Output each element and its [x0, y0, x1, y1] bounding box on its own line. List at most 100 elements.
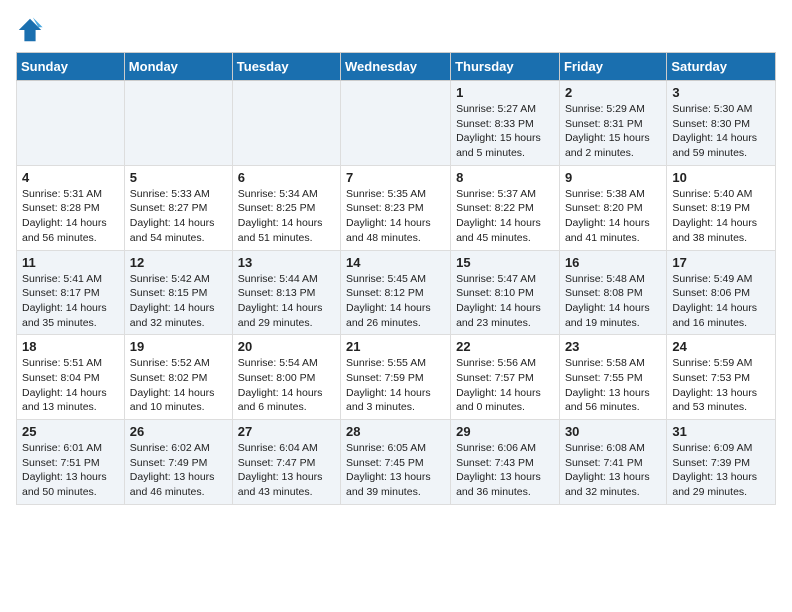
calendar-cell: 7 Sunrise: 5:35 AMSunset: 8:23 PMDaylight…	[341, 165, 451, 250]
day-number: 29	[456, 424, 554, 439]
calendar-week-row: 25 Sunrise: 6:01 AMSunset: 7:51 PMDayligh…	[17, 420, 776, 505]
calendar-cell: 28Sunrise: 6:05 AMSunset: 7:45 PMDayligh…	[341, 420, 451, 505]
day-info: Sunrise: 6:01 AMSunset: 7:51 PMDaylight:…	[22, 441, 119, 500]
day-info: Sunrise: 5:38 AMSunset: 8:20 PMDaylight:…	[565, 187, 661, 246]
day-number: 2	[565, 85, 661, 100]
day-info: Sunrise: 5:37 AMSunset: 8:22 PMDaylight:…	[456, 187, 554, 246]
day-info: Sunrise: 5:56 AMSunset: 7:57 PMDaylight:…	[456, 356, 554, 415]
day-info: Sunrise: 5:52 AMSunset: 8:02 PMDaylight:…	[130, 356, 227, 415]
day-info: Sunrise: 5:33 AMSunset: 8:27 PMDaylight:…	[130, 187, 227, 246]
day-number: 30	[565, 424, 661, 439]
calendar-cell: 17 Sunrise: 5:49 AMSunset: 8:06 PMDayligh…	[667, 250, 776, 335]
calendar-week-row: 4 Sunrise: 5:31 AMSunset: 8:28 PMDaylight…	[17, 165, 776, 250]
calendar-cell: 9 Sunrise: 5:38 AMSunset: 8:20 PMDaylight…	[559, 165, 666, 250]
day-number: 19	[130, 339, 227, 354]
calendar-week-row: 1 Sunrise: 5:27 AMSunset: 8:33 PMDaylight…	[17, 81, 776, 166]
day-number: 4	[22, 170, 119, 185]
calendar-cell: 10 Sunrise: 5:40 AMSunset: 8:19 PMDayligh…	[667, 165, 776, 250]
day-info: Sunrise: 5:34 AMSunset: 8:25 PMDaylight:…	[238, 187, 335, 246]
col-header-friday: Friday	[559, 53, 666, 81]
col-header-sunday: Sunday	[17, 53, 125, 81]
calendar-cell: 30 Sunrise: 6:08 AMSunset: 7:41 PMDayligh…	[559, 420, 666, 505]
day-info: Sunrise: 5:44 AMSunset: 8:13 PMDaylight:…	[238, 272, 335, 331]
calendar-cell: 6 Sunrise: 5:34 AMSunset: 8:25 PMDaylight…	[232, 165, 340, 250]
day-number: 8	[456, 170, 554, 185]
col-header-monday: Monday	[124, 53, 232, 81]
day-number: 25	[22, 424, 119, 439]
calendar-cell: 19 Sunrise: 5:52 AMSunset: 8:02 PMDayligh…	[124, 335, 232, 420]
col-header-wednesday: Wednesday	[341, 53, 451, 81]
calendar-cell: 12 Sunrise: 5:42 AMSunset: 8:15 PMDayligh…	[124, 250, 232, 335]
day-info: Sunrise: 5:49 AMSunset: 8:06 PMDaylight:…	[672, 272, 770, 331]
day-number: 20	[238, 339, 335, 354]
calendar-cell: 20 Sunrise: 5:54 AMSunset: 8:00 PMDayligh…	[232, 335, 340, 420]
day-info: Sunrise: 5:58 AMSunset: 7:55 PMDaylight:…	[565, 356, 661, 415]
col-header-saturday: Saturday	[667, 53, 776, 81]
calendar-week-row: 18 Sunrise: 5:51 AMSunset: 8:04 PMDayligh…	[17, 335, 776, 420]
col-header-tuesday: Tuesday	[232, 53, 340, 81]
day-info: Sunrise: 5:48 AMSunset: 8:08 PMDaylight:…	[565, 272, 661, 331]
calendar-cell: 8 Sunrise: 5:37 AMSunset: 8:22 PMDaylight…	[451, 165, 560, 250]
calendar-cell: 2 Sunrise: 5:29 AMSunset: 8:31 PMDaylight…	[559, 81, 666, 166]
day-number: 31	[672, 424, 770, 439]
calendar-cell: 18 Sunrise: 5:51 AMSunset: 8:04 PMDayligh…	[17, 335, 125, 420]
calendar-cell: 14Sunrise: 5:45 AMSunset: 8:12 PMDayligh…	[341, 250, 451, 335]
page-header	[16, 16, 776, 44]
day-info: Sunrise: 5:27 AMSunset: 8:33 PMDaylight:…	[456, 102, 554, 161]
day-number: 23	[565, 339, 661, 354]
calendar-cell	[341, 81, 451, 166]
day-info: Sunrise: 5:54 AMSunset: 8:00 PMDaylight:…	[238, 356, 335, 415]
day-number: 28	[346, 424, 445, 439]
calendar-cell: 27 Sunrise: 6:04 AMSunset: 7:47 PMDayligh…	[232, 420, 340, 505]
calendar-cell: 21 Sunrise: 5:55 AMSunset: 7:59 PMDayligh…	[341, 335, 451, 420]
calendar-cell: 23 Sunrise: 5:58 AMSunset: 7:55 PMDayligh…	[559, 335, 666, 420]
day-info: Sunrise: 5:45 AMSunset: 8:12 PMDaylight:…	[346, 272, 445, 331]
calendar-cell: 24 Sunrise: 5:59 AMSunset: 7:53 PMDayligh…	[667, 335, 776, 420]
day-info: Sunrise: 6:04 AMSunset: 7:47 PMDaylight:…	[238, 441, 335, 500]
day-info: Sunrise: 6:08 AMSunset: 7:41 PMDaylight:…	[565, 441, 661, 500]
calendar-cell	[232, 81, 340, 166]
day-number: 24	[672, 339, 770, 354]
day-number: 9	[565, 170, 661, 185]
day-number: 15	[456, 255, 554, 270]
day-info: Sunrise: 5:51 AMSunset: 8:04 PMDaylight:…	[22, 356, 119, 415]
calendar-cell	[17, 81, 125, 166]
day-number: 27	[238, 424, 335, 439]
calendar-header-row: SundayMondayTuesdayWednesdayThursdayFrid…	[17, 53, 776, 81]
calendar-table: SundayMondayTuesdayWednesdayThursdayFrid…	[16, 52, 776, 505]
calendar-cell: 1 Sunrise: 5:27 AMSunset: 8:33 PMDaylight…	[451, 81, 560, 166]
day-number: 1	[456, 85, 554, 100]
day-number: 10	[672, 170, 770, 185]
calendar-cell: 31 Sunrise: 6:09 AMSunset: 7:39 PMDayligh…	[667, 420, 776, 505]
day-number: 5	[130, 170, 227, 185]
day-info: Sunrise: 5:35 AMSunset: 8:23 PMDaylight:…	[346, 187, 445, 246]
col-header-thursday: Thursday	[451, 53, 560, 81]
day-number: 22	[456, 339, 554, 354]
day-info: Sunrise: 5:40 AMSunset: 8:19 PMDaylight:…	[672, 187, 770, 246]
day-number: 7	[346, 170, 445, 185]
day-number: 11	[22, 255, 119, 270]
day-info: Sunrise: 5:59 AMSunset: 7:53 PMDaylight:…	[672, 356, 770, 415]
day-info: Sunrise: 5:30 AMSunset: 8:30 PMDaylight:…	[672, 102, 770, 161]
calendar-cell: 25 Sunrise: 6:01 AMSunset: 7:51 PMDayligh…	[17, 420, 125, 505]
calendar-cell: 26Sunrise: 6:02 AMSunset: 7:49 PMDayligh…	[124, 420, 232, 505]
day-info: Sunrise: 5:31 AMSunset: 8:28 PMDaylight:…	[22, 187, 119, 246]
day-number: 17	[672, 255, 770, 270]
day-number: 18	[22, 339, 119, 354]
calendar-week-row: 11 Sunrise: 5:41 AMSunset: 8:17 PMDayligh…	[17, 250, 776, 335]
day-info: Sunrise: 5:41 AMSunset: 8:17 PMDaylight:…	[22, 272, 119, 331]
day-info: Sunrise: 5:55 AMSunset: 7:59 PMDaylight:…	[346, 356, 445, 415]
day-number: 3	[672, 85, 770, 100]
day-info: Sunrise: 6:09 AMSunset: 7:39 PMDaylight:…	[672, 441, 770, 500]
day-info: Sunrise: 6:06 AMSunset: 7:43 PMDaylight:…	[456, 441, 554, 500]
calendar-cell: 22 Sunrise: 5:56 AMSunset: 7:57 PMDayligh…	[451, 335, 560, 420]
day-number: 12	[130, 255, 227, 270]
calendar-cell: 15 Sunrise: 5:47 AMSunset: 8:10 PMDayligh…	[451, 250, 560, 335]
day-number: 26	[130, 424, 227, 439]
day-info: Sunrise: 5:47 AMSunset: 8:10 PMDaylight:…	[456, 272, 554, 331]
day-number: 6	[238, 170, 335, 185]
day-info: Sunrise: 5:42 AMSunset: 8:15 PMDaylight:…	[130, 272, 227, 331]
calendar-cell: 13Sunrise: 5:44 AMSunset: 8:13 PMDayligh…	[232, 250, 340, 335]
day-number: 21	[346, 339, 445, 354]
day-info: Sunrise: 5:29 AMSunset: 8:31 PMDaylight:…	[565, 102, 661, 161]
